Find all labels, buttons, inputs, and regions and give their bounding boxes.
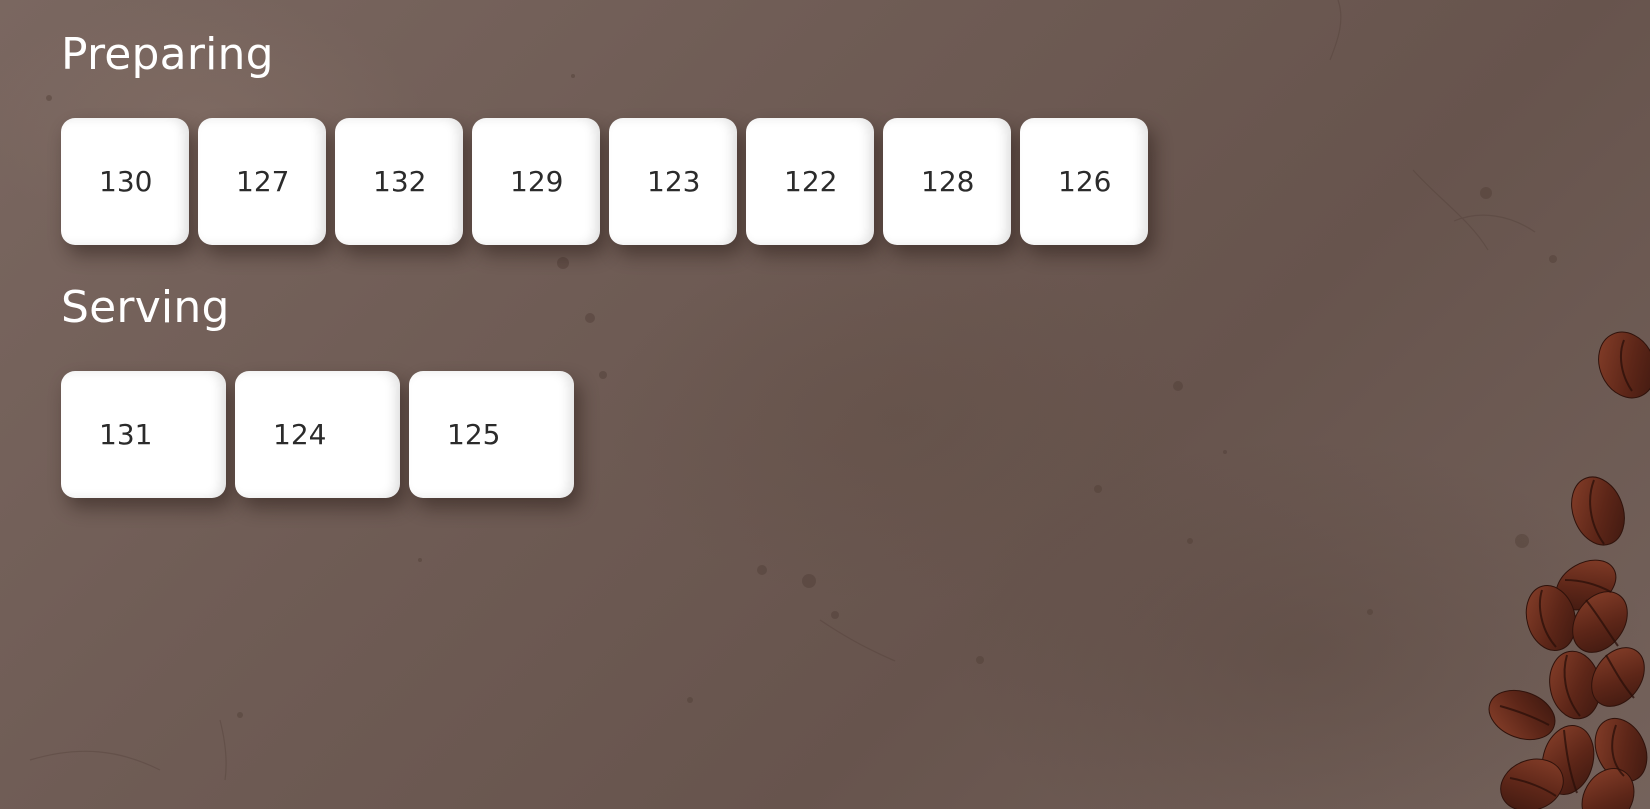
order-number: 132 [373, 164, 427, 198]
order-number: 124 [273, 417, 327, 451]
preparing-section: Preparing 130 127 132 129 123 122 128 12… [61, 28, 1148, 245]
order-number: 131 [99, 417, 153, 451]
coffee-beans-decoration [1488, 331, 1650, 809]
order-number: 126 [1058, 164, 1112, 198]
serving-title: Serving [61, 282, 230, 333]
serving-section: Serving 131 124 125 [61, 281, 1148, 498]
order-ticket[interactable]: 123 [609, 118, 737, 245]
order-number: 125 [447, 417, 501, 451]
order-number: 129 [510, 164, 564, 198]
order-number: 128 [921, 164, 975, 198]
order-ticket[interactable]: 130 [61, 118, 189, 245]
order-ticket[interactable]: 122 [746, 118, 874, 245]
order-number: 130 [99, 164, 153, 198]
order-ticket[interactable]: 128 [883, 118, 1011, 245]
order-number: 127 [236, 164, 290, 198]
order-ticket[interactable]: 127 [198, 118, 326, 245]
order-ticket[interactable]: 131 [61, 371, 226, 498]
order-number: 123 [647, 164, 701, 198]
order-ticket[interactable]: 129 [472, 118, 600, 245]
preparing-title: Preparing [61, 29, 274, 80]
order-ticket[interactable]: 126 [1020, 118, 1148, 245]
serving-orders: 131 124 125 [61, 371, 1148, 498]
order-status-board: Preparing 130 127 132 129 123 122 128 12… [61, 28, 1148, 498]
preparing-orders: 130 127 132 129 123 122 128 126 [61, 118, 1148, 245]
order-ticket[interactable]: 124 [235, 371, 400, 498]
order-number: 122 [784, 164, 838, 198]
order-ticket[interactable]: 132 [335, 118, 463, 245]
order-ticket[interactable]: 125 [409, 371, 574, 498]
